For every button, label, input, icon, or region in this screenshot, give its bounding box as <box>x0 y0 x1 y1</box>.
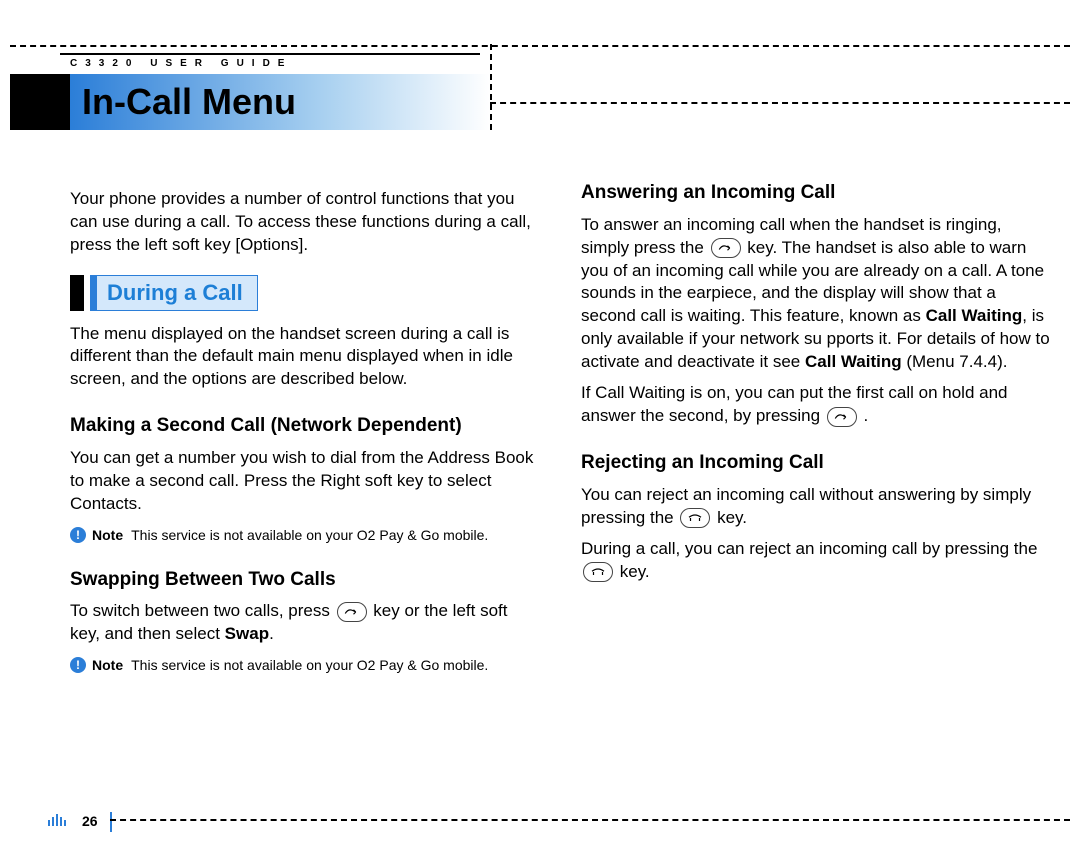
rej2-a: During a call, you can reject an incomin… <box>581 539 1037 558</box>
info-icon: ! <box>70 657 86 673</box>
rej2-b: key. <box>620 562 650 581</box>
cw-a: If Call Waiting is on, you can put the f… <box>581 383 1008 425</box>
running-header: C3320 USER GUIDE <box>70 58 292 69</box>
info-icon: ! <box>70 527 86 543</box>
page-number: 26 <box>82 813 98 829</box>
end-key-icon <box>583 562 613 582</box>
end-key-icon <box>680 508 710 528</box>
rej-b: key. <box>717 508 747 527</box>
ans-d: (Menu 7.4.4). <box>902 352 1008 371</box>
crop-mark-title-h <box>490 102 1070 104</box>
note-label: Note <box>92 656 123 675</box>
swap-text-c: . <box>269 624 274 643</box>
heading-reject: Rejecting an Incoming Call <box>581 450 1050 476</box>
footer-rule-v <box>110 812 112 832</box>
section-heading-during: During a Call <box>70 275 539 311</box>
crop-mark-title-v <box>490 44 492 130</box>
send-key-icon <box>711 238 741 258</box>
note-label: Note <box>92 526 123 545</box>
heading-second-call: Making a Second Call (Network Dependent) <box>70 413 539 439</box>
crop-mark-top <box>10 45 1070 47</box>
ans-bold2: Call Waiting <box>805 352 902 371</box>
during-intro: The menu displayed on the handset screen… <box>70 323 539 392</box>
callwaiting-paragraph: If Call Waiting is on, you can put the f… <box>581 382 1050 428</box>
page-title: In-Call Menu <box>70 81 296 123</box>
send-key-icon <box>827 407 857 427</box>
note-text: This service is not available on your O2… <box>131 656 539 675</box>
ans-bold1: Call Waiting <box>926 306 1023 325</box>
rej-a: You can reject an incoming call without … <box>581 485 1031 527</box>
intro-paragraph: Your phone provides a number of control … <box>70 188 539 257</box>
column-left: Your phone provides a number of control … <box>70 180 539 816</box>
page-ornament-icon <box>48 814 66 826</box>
note-1: ! Note This service is not available on … <box>70 526 539 545</box>
reject-paragraph-2: During a call, you can reject an incomin… <box>581 538 1050 584</box>
answer-paragraph: To answer an incoming call when the hand… <box>581 214 1050 375</box>
heading-swap: Swapping Between Two Calls <box>70 567 539 593</box>
swap-paragraph: To switch between two calls, press key o… <box>70 600 539 646</box>
note-text: This service is not available on your O2… <box>131 526 539 545</box>
send-key-icon <box>337 602 367 622</box>
reject-paragraph-1: You can reject an incoming call without … <box>581 484 1050 530</box>
title-banner: In-Call Menu <box>70 74 490 130</box>
note-2: ! Note This service is not available on … <box>70 656 539 675</box>
second-call-paragraph: You can get a number you wish to dial fr… <box>70 447 539 516</box>
section-label: During a Call <box>96 275 258 311</box>
title-tab-black <box>10 74 70 130</box>
swap-text-a: To switch between two calls, press <box>70 601 335 620</box>
heading-answer: Answering an Incoming Call <box>581 180 1050 206</box>
column-right: Answering an Incoming Call To answer an … <box>581 180 1050 816</box>
swap-bold: Swap <box>225 624 269 643</box>
crop-mark-bottom <box>110 819 1070 821</box>
cw-b: . <box>864 406 869 425</box>
